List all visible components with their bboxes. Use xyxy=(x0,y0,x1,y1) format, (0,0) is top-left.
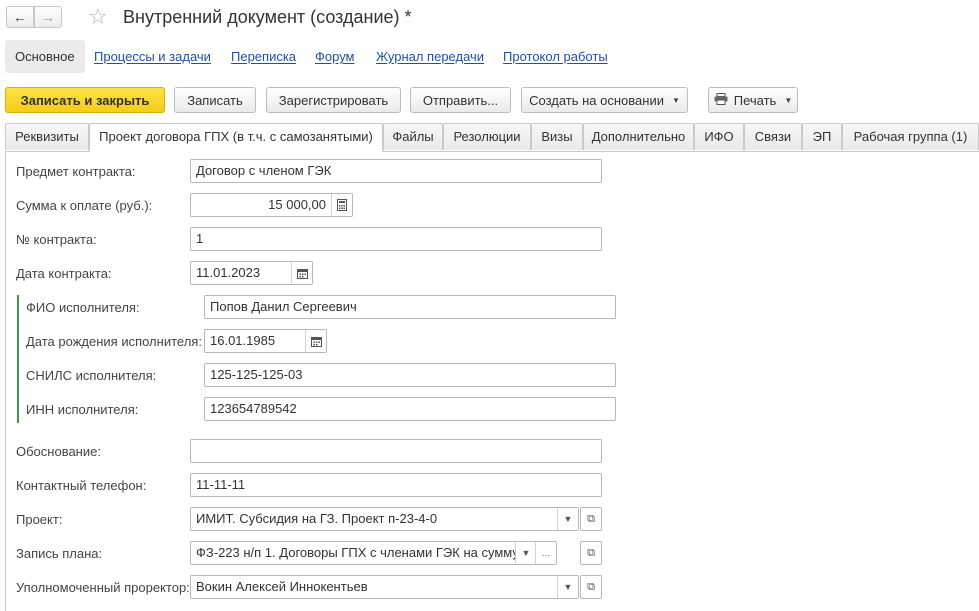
chevron-down-icon[interactable]: ▼ xyxy=(557,508,578,530)
contract-date-label: Дата контракта: xyxy=(16,266,112,281)
contract-no-field[interactable]: 1 xyxy=(190,227,602,251)
form-tabs: Реквизиты Проект договора ГПХ (в т.ч. с … xyxy=(5,123,979,152)
open-link-icon: ⧉ xyxy=(587,512,595,525)
create-based-on-label: Создать на основании xyxy=(529,92,664,108)
contract-date-value: 11.01.2023 xyxy=(196,265,261,280)
executor-inn-label: ИНН исполнителя: xyxy=(26,402,139,417)
project-field[interactable]: ИМИТ. Субсидия на ГЗ. Проект п-23-4-0 ▼ xyxy=(190,507,579,531)
open-link-icon: ⧉ xyxy=(587,546,595,559)
project-value: ИМИТ. Субсидия на ГЗ. Проект п-23-4-0 xyxy=(196,511,438,526)
send-button[interactable]: Отправить... xyxy=(410,87,511,113)
basis-label: Обоснование: xyxy=(16,444,101,459)
section-main[interactable]: Основное xyxy=(5,40,85,73)
executor-birth-value: 16.01.1985 xyxy=(210,333,276,348)
phone-field[interactable]: 11-11-11 xyxy=(190,473,602,497)
save-button[interactable]: Записать xyxy=(174,87,256,113)
chevron-down-icon[interactable]: ▼ xyxy=(515,542,536,564)
print-label: Печать xyxy=(733,92,777,108)
select-ellipsis-icon[interactable]: … xyxy=(535,542,556,564)
calendar-icon[interactable] xyxy=(291,262,312,284)
calculator-icon[interactable] xyxy=(331,194,352,216)
section-nav: Основное Процессы и задачи Переписка Фор… xyxy=(5,40,975,73)
subject-label: Предмет контракта: xyxy=(16,164,136,179)
section-forum[interactable]: Форум xyxy=(315,40,355,73)
arrow-left-icon: ← xyxy=(13,9,27,25)
window-titlebar: ← → ☆ Внутренний документ (создание) * xyxy=(0,0,979,36)
back-button[interactable]: ← xyxy=(6,6,34,28)
tab-additional[interactable]: Дополнительно xyxy=(583,123,694,150)
command-bar: Записать и закрыть Записать Зарегистриро… xyxy=(5,87,975,113)
favorite-star-icon[interactable]: ☆ xyxy=(88,4,108,30)
tab-ifo[interactable]: ИФО xyxy=(694,123,744,150)
executor-group-bar xyxy=(17,295,19,423)
amount-field[interactable]: 15 000,00 xyxy=(190,193,353,217)
tab-ep[interactable]: ЭП xyxy=(802,123,842,150)
printer-icon xyxy=(714,92,728,108)
tab-work-group[interactable]: Рабочая группа (1) xyxy=(842,123,979,150)
tab-gph-contract[interactable]: Проект договора ГПХ (в т.ч. с самозаняты… xyxy=(89,123,383,152)
subject-field[interactable]: Договор с членом ГЭК xyxy=(190,159,602,183)
basis-field[interactable] xyxy=(190,439,602,463)
plan-record-field[interactable]: ФЗ-223 н/п 1. Договоры ГПХ с членами ГЭК… xyxy=(190,541,557,565)
calendar-icon[interactable] xyxy=(305,330,326,352)
prorector-field[interactable]: Вокин Алексей Иннокентьев ▼ xyxy=(190,575,579,599)
executor-name-field[interactable]: Попов Данил Сергеевич xyxy=(204,295,616,319)
tab-files[interactable]: Файлы xyxy=(383,123,443,150)
tab-visas[interactable]: Визы xyxy=(531,123,583,150)
create-based-on-button[interactable]: Создать на основании ▼ xyxy=(521,87,688,113)
register-button[interactable]: Зарегистрировать xyxy=(266,87,401,113)
tab-resolutions[interactable]: Резолюции xyxy=(443,123,531,150)
open-plan-record-button[interactable]: ⧉ xyxy=(580,541,602,565)
save-and-close-button[interactable]: Записать и закрыть xyxy=(5,87,165,113)
executor-birth-field[interactable]: 16.01.1985 xyxy=(204,329,327,353)
forward-button[interactable]: → xyxy=(34,6,62,28)
chevron-down-icon[interactable]: ▼ xyxy=(557,576,578,598)
page-title: Внутренний документ (создание) * xyxy=(123,7,412,27)
executor-inn-field[interactable]: 123654789542 xyxy=(204,397,616,421)
tab-requisites[interactable]: Реквизиты xyxy=(5,123,89,150)
plan-record-value: ФЗ-223 н/п 1. Договоры ГПХ с членами ГЭК… xyxy=(196,545,537,560)
amount-label: Сумма к оплате (руб.): xyxy=(16,198,153,213)
prorector-value: Вокин Алексей Иннокентьев xyxy=(196,579,368,594)
prorector-label: Уполномоченный проректор: xyxy=(16,580,190,595)
amount-value: 15 000,00 xyxy=(268,197,326,212)
executor-snils-field[interactable]: 125-125-125-03 xyxy=(204,363,616,387)
project-label: Проект: xyxy=(16,512,63,527)
print-button[interactable]: Печать ▼ xyxy=(708,87,798,113)
executor-snils-label: СНИЛС исполнителя: xyxy=(26,368,157,383)
section-work-log[interactable]: Протокол работы xyxy=(503,40,608,73)
executor-birth-label: Дата рождения исполнителя: xyxy=(26,334,202,349)
open-prorector-button[interactable]: ⧉ xyxy=(580,575,602,599)
executor-name-label: ФИО исполнителя: xyxy=(26,300,140,315)
tab-links[interactable]: Связи xyxy=(744,123,802,150)
open-link-icon: ⧉ xyxy=(587,580,595,593)
chevron-down-icon: ▼ xyxy=(671,95,680,105)
contract-no-label: № контракта: xyxy=(16,232,97,247)
contract-date-field[interactable]: 11.01.2023 xyxy=(190,261,313,285)
plan-record-label: Запись плана: xyxy=(16,546,103,561)
section-correspondence[interactable]: Переписка xyxy=(231,40,296,73)
open-project-button[interactable]: ⧉ xyxy=(580,507,602,531)
section-processes[interactable]: Процессы и задачи xyxy=(94,40,211,73)
phone-label: Контактный телефон: xyxy=(16,478,147,493)
section-transfer-log[interactable]: Журнал передачи xyxy=(376,40,484,73)
chevron-down-icon: ▼ xyxy=(784,95,793,105)
arrow-right-icon: → xyxy=(41,9,55,25)
